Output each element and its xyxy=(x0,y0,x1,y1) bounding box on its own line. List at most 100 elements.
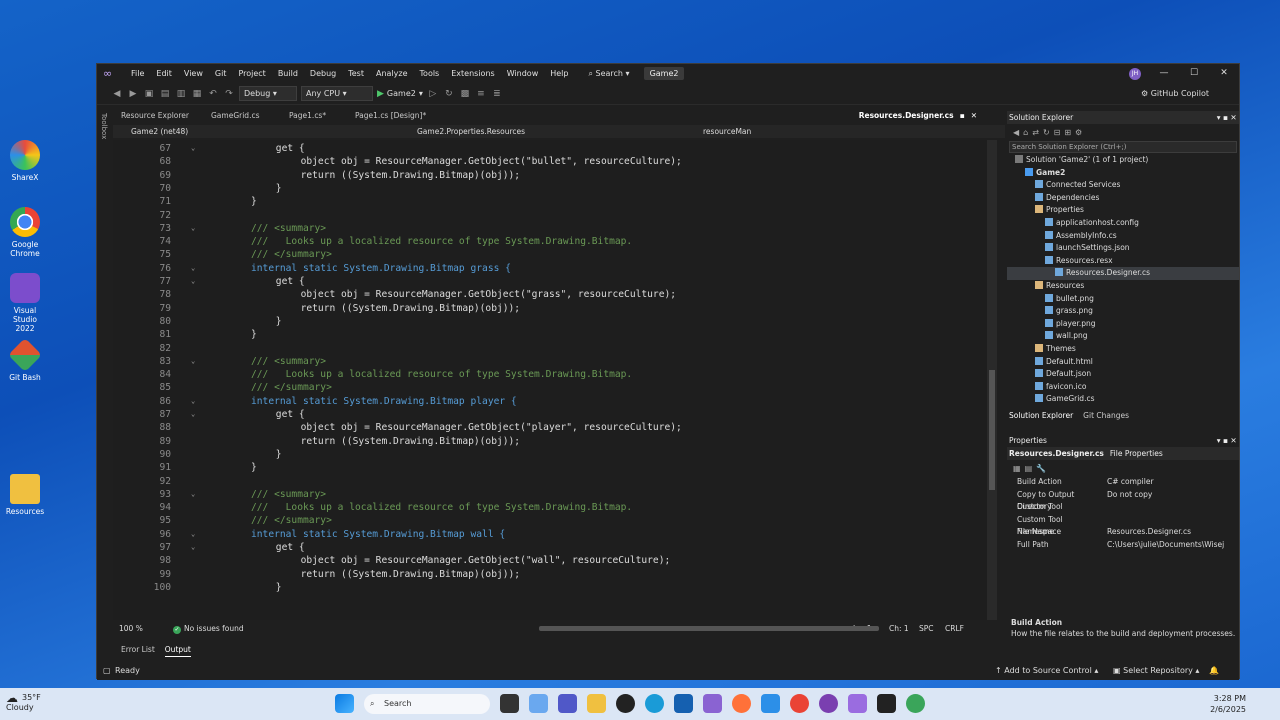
edge-icon[interactable] xyxy=(645,694,664,713)
tree-item[interactable]: Dependencies xyxy=(1007,192,1239,205)
store-icon[interactable] xyxy=(674,694,693,713)
copilot-button[interactable]: ⚙ GitHub Copilot xyxy=(1141,89,1209,98)
solution-search-input[interactable]: Search Solution Explorer (Ctrl+;) xyxy=(1009,141,1237,153)
vs-active-icon[interactable] xyxy=(848,694,867,713)
align-icon[interactable]: ≡ xyxy=(475,88,487,100)
spacing-indicator[interactable]: SPC xyxy=(919,624,945,633)
desktop-icon-git-bash[interactable]: Git Bash xyxy=(4,338,46,382)
app2-icon[interactable] xyxy=(819,694,838,713)
menu-test[interactable]: Test xyxy=(342,64,370,83)
code-line[interactable]: 88 object obj = ResourceManager.GetObject… xyxy=(113,421,993,434)
fold-toggle-icon[interactable]: ⌄ xyxy=(191,488,195,501)
redo-icon[interactable]: ↷ xyxy=(223,88,235,100)
horizontal-scrollbar[interactable] xyxy=(293,622,879,635)
property-row[interactable]: File Name Resources.Designer.cs xyxy=(1007,526,1239,539)
tree-item[interactable]: Themes xyxy=(1007,343,1239,356)
tab-error-list[interactable]: Error List xyxy=(121,645,155,657)
settings-icon[interactable]: ⚙ xyxy=(1075,128,1082,137)
task-view-icon[interactable] xyxy=(500,694,519,713)
menu-project[interactable]: Project xyxy=(232,64,271,83)
code-line[interactable]: 94 /// Looks up a localized resource of t… xyxy=(113,501,993,514)
tree-item[interactable]: bullet.png xyxy=(1007,293,1239,306)
home-icon[interactable]: ⌂ xyxy=(1023,128,1028,137)
code-line[interactable]: 69 return ((System.Drawing.Bitmap)(obj)); xyxy=(113,169,993,182)
start-without-debug-icon[interactable]: ▷ xyxy=(427,88,439,100)
fold-toggle-icon[interactable]: ⌄ xyxy=(191,395,195,408)
open-icon[interactable]: ▤ xyxy=(159,88,171,100)
code-line[interactable]: 86 ⌄ internal static System.Drawing.Bitmap… xyxy=(113,395,993,408)
clock[interactable]: 3:28 PM 2/6/2025 xyxy=(1210,693,1246,715)
forward-icon[interactable]: ▶ xyxy=(127,88,139,100)
code-line[interactable]: 96 ⌄ internal static System.Drawing.Bitmap… xyxy=(113,528,993,541)
menu-git[interactable]: Git xyxy=(209,64,233,83)
code-line[interactable]: 70} xyxy=(113,182,993,195)
issues-indicator[interactable]: ✓ No issues found xyxy=(173,624,293,634)
column-number[interactable]: Ch: 1 xyxy=(889,624,919,633)
tree-item[interactable]: favicon.ico xyxy=(1007,381,1239,394)
panel-controls[interactable]: ▾ ▪ ✕ xyxy=(1217,111,1239,124)
code-line[interactable]: 83 ⌄ /// <summary> xyxy=(113,355,993,368)
menu-help[interactable]: Help xyxy=(544,64,574,83)
tree-item[interactable]: Properties xyxy=(1007,204,1239,217)
desktop-icon-resources[interactable]: Resources xyxy=(4,474,46,516)
taskbar-search[interactable]: ⌕ Search xyxy=(364,694,490,714)
fold-toggle-icon[interactable]: ⌄ xyxy=(191,408,195,421)
search-menu[interactable]: ⌕ Search ▾ xyxy=(582,69,635,79)
property-row[interactable]: Copy to Output Directory Do not copy xyxy=(1007,489,1239,512)
tab-page1-design[interactable]: Page1.cs [Design]* xyxy=(347,109,437,123)
windows-start-icon[interactable] xyxy=(335,694,354,713)
tree-item[interactable]: Resources xyxy=(1007,280,1239,293)
fold-toggle-icon[interactable]: ⌄ xyxy=(191,262,195,275)
menu-debug[interactable]: Debug xyxy=(304,64,342,83)
property-value[interactable]: C# compiler xyxy=(1107,476,1239,489)
save-icon[interactable]: ▥ xyxy=(175,88,187,100)
tab-git-changes[interactable]: Git Changes xyxy=(1083,411,1129,420)
property-row[interactable]: Build Action C# compiler xyxy=(1007,476,1239,489)
menu-build[interactable]: Build xyxy=(272,64,304,83)
code-line[interactable]: 71} xyxy=(113,195,993,208)
property-pages-icon[interactable]: 🔧 xyxy=(1036,464,1046,473)
code-line[interactable]: 95 /// </summary> xyxy=(113,514,993,527)
code-line[interactable]: 67 ⌄ get { xyxy=(113,142,993,155)
code-line[interactable]: 98 object obj = ResourceManager.GetObject… xyxy=(113,554,993,567)
scroll-thumb[interactable] xyxy=(989,370,995,490)
layout-icon[interactable]: ▩ xyxy=(459,88,471,100)
app-icon[interactable] xyxy=(761,694,780,713)
platform-select[interactable]: Any CPU ▾ xyxy=(301,86,373,101)
chrome2-icon[interactable] xyxy=(906,694,925,713)
refresh-icon[interactable]: ↻ xyxy=(443,88,455,100)
back-icon[interactable]: ◀ xyxy=(1013,128,1019,137)
terminal-icon[interactable] xyxy=(877,694,896,713)
close-icon[interactable]: ✕ xyxy=(1209,64,1239,83)
avatar[interactable]: JH xyxy=(1129,68,1141,80)
code-line[interactable]: 75 /// </summary> xyxy=(113,248,993,261)
tree-item[interactable]: grass.png xyxy=(1007,305,1239,318)
new-item-icon[interactable]: ▣ xyxy=(143,88,155,100)
code-line[interactable]: 100} xyxy=(113,581,993,594)
save-all-icon[interactable]: ▦ xyxy=(191,88,203,100)
menu-file[interactable]: File xyxy=(125,64,150,83)
tree-item[interactable]: wall.png xyxy=(1007,330,1239,343)
code-line[interactable]: 77 ⌄ get { xyxy=(113,275,993,288)
property-row[interactable]: Custom Tool Namespace xyxy=(1007,514,1239,537)
code-line[interactable]: 97 ⌄ get { xyxy=(113,541,993,554)
zoom-level[interactable]: 100 % xyxy=(113,624,173,633)
code-editor[interactable]: 67 ⌄ get {68 object obj = ResourceManager.G… xyxy=(113,140,995,620)
menu-tools[interactable]: Tools xyxy=(414,64,446,83)
property-row[interactable]: Custom Tool xyxy=(1007,501,1239,514)
tab-output[interactable]: Output xyxy=(164,645,191,657)
property-row[interactable]: Full Path C:\Users\julie\Documents\Wisej xyxy=(1007,539,1239,552)
notification-bell-icon[interactable]: 🔔 xyxy=(1209,662,1219,680)
editor-vertical-scrollbar[interactable] xyxy=(987,140,997,620)
run-button[interactable]: ▶ Game2 ▾ xyxy=(377,89,423,99)
member-dropdown[interactable]: resourceMan xyxy=(685,125,751,138)
properties-subject[interactable]: Resources.Designer.cs File Properties xyxy=(1007,447,1239,460)
tree-item[interactable]: Resources.Designer.cs xyxy=(1007,267,1239,280)
toolbox-strip[interactable]: Toolbox xyxy=(97,107,111,647)
tab-gamegrid[interactable]: GameGrid.cs xyxy=(203,109,281,123)
menu-window[interactable]: Window xyxy=(501,64,545,83)
code-line[interactable]: 68 object obj = ResourceManager.GetObject… xyxy=(113,155,993,168)
property-value[interactable]: C:\Users\julie\Documents\Wisej xyxy=(1107,539,1239,552)
code-line[interactable]: 79 return ((System.Drawing.Bitmap)(obj)); xyxy=(113,302,993,315)
desktop-icon-visual-studio[interactable]: Visual Studio 2022 xyxy=(4,273,46,333)
